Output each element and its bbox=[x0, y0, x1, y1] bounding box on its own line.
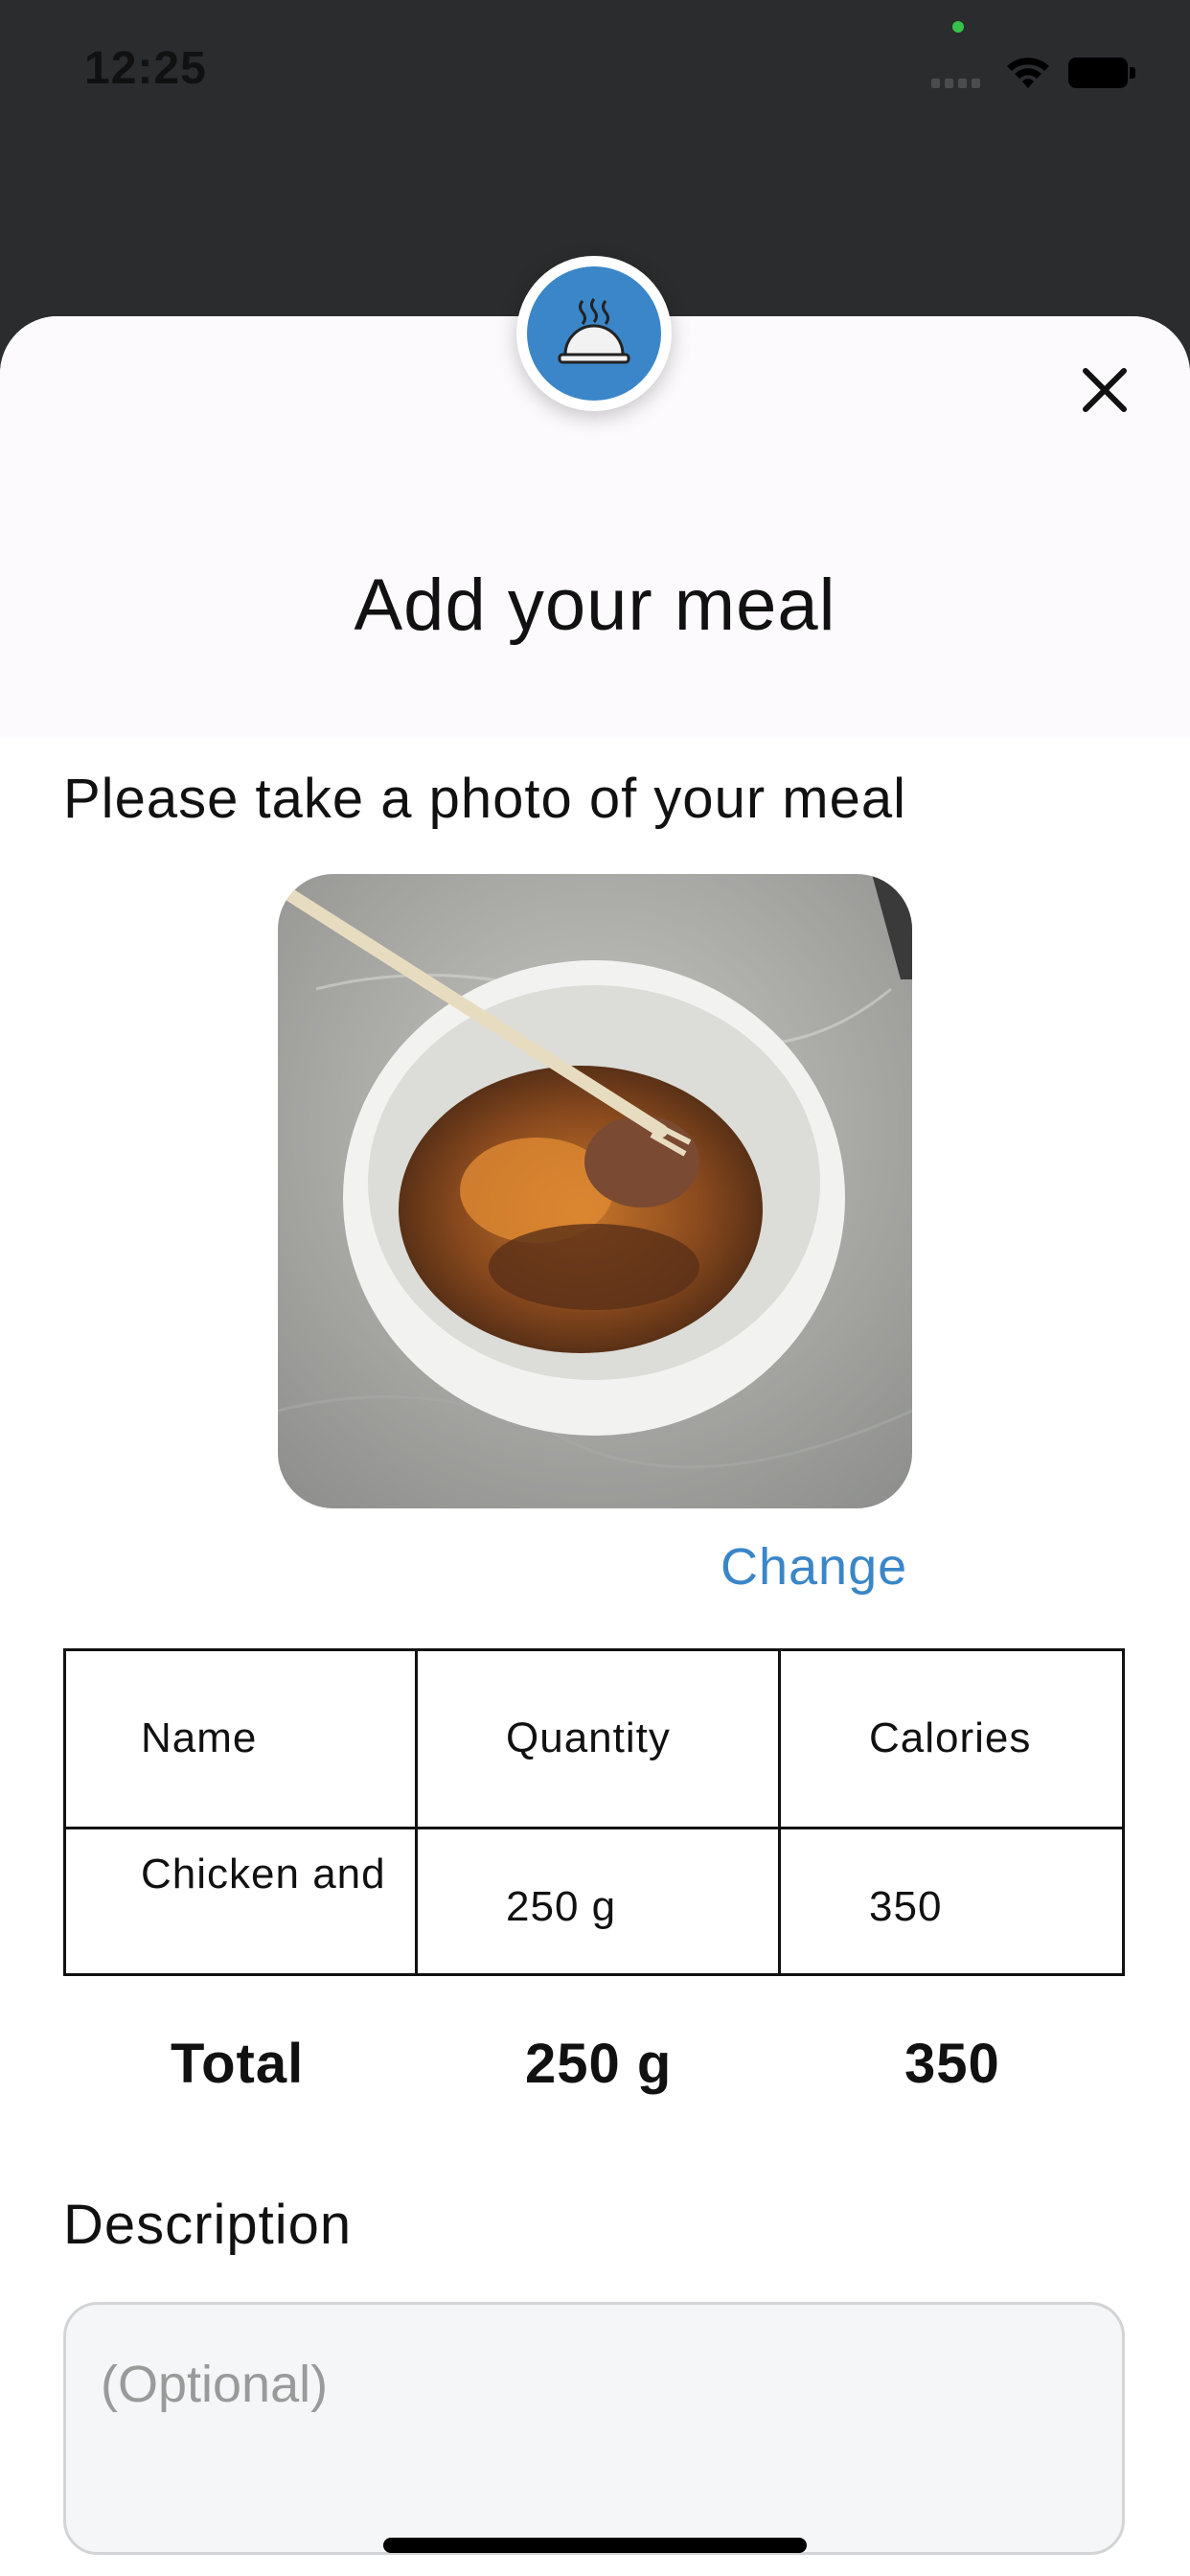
home-indicator bbox=[383, 2538, 807, 2553]
totals-row: Total 250 g 350 bbox=[0, 2032, 1190, 2108]
meal-icon-badge bbox=[516, 256, 672, 411]
meal-cloche-icon bbox=[558, 298, 630, 364]
page-title: Add your meal bbox=[354, 564, 836, 646]
total-quantity: 250 g bbox=[525, 2033, 673, 2095]
signal-icon bbox=[931, 79, 989, 88]
close-button[interactable] bbox=[1071, 356, 1138, 424]
ingredients-table: Name Quantity Calories Chicken and 250 g… bbox=[63, 1648, 1125, 1976]
status-bar: 12:25 bbox=[0, 0, 1190, 144]
photo-prompt: Please take a photo of your meal bbox=[63, 768, 906, 830]
column-header-calories: Calories bbox=[869, 1714, 1032, 1761]
wifi-icon bbox=[1004, 53, 1052, 91]
total-label: Total bbox=[171, 2033, 305, 2095]
camera-indicator-dot bbox=[952, 21, 964, 33]
row-quantity-cell: 250 g bbox=[506, 1883, 617, 1930]
total-calories: 350 bbox=[904, 2033, 1000, 2095]
add-meal-sheet: Add your meal Please take a photo of you… bbox=[0, 316, 1190, 2576]
change-photo-link[interactable]: Change bbox=[721, 1537, 907, 1597]
battery-icon bbox=[1068, 58, 1135, 88]
status-time: 12:25 bbox=[84, 43, 207, 94]
close-icon bbox=[1083, 368, 1127, 412]
meal-photo[interactable] bbox=[278, 874, 912, 1508]
column-header-name: Name bbox=[141, 1714, 258, 1761]
row-calories-cell: 350 bbox=[869, 1883, 943, 1930]
row-name-cell: Chicken and bbox=[141, 1851, 386, 1898]
description-label: Description bbox=[63, 2194, 353, 2256]
description-input[interactable]: (Optional) bbox=[63, 2302, 1125, 2555]
column-header-quantity: Quantity bbox=[506, 1714, 671, 1761]
